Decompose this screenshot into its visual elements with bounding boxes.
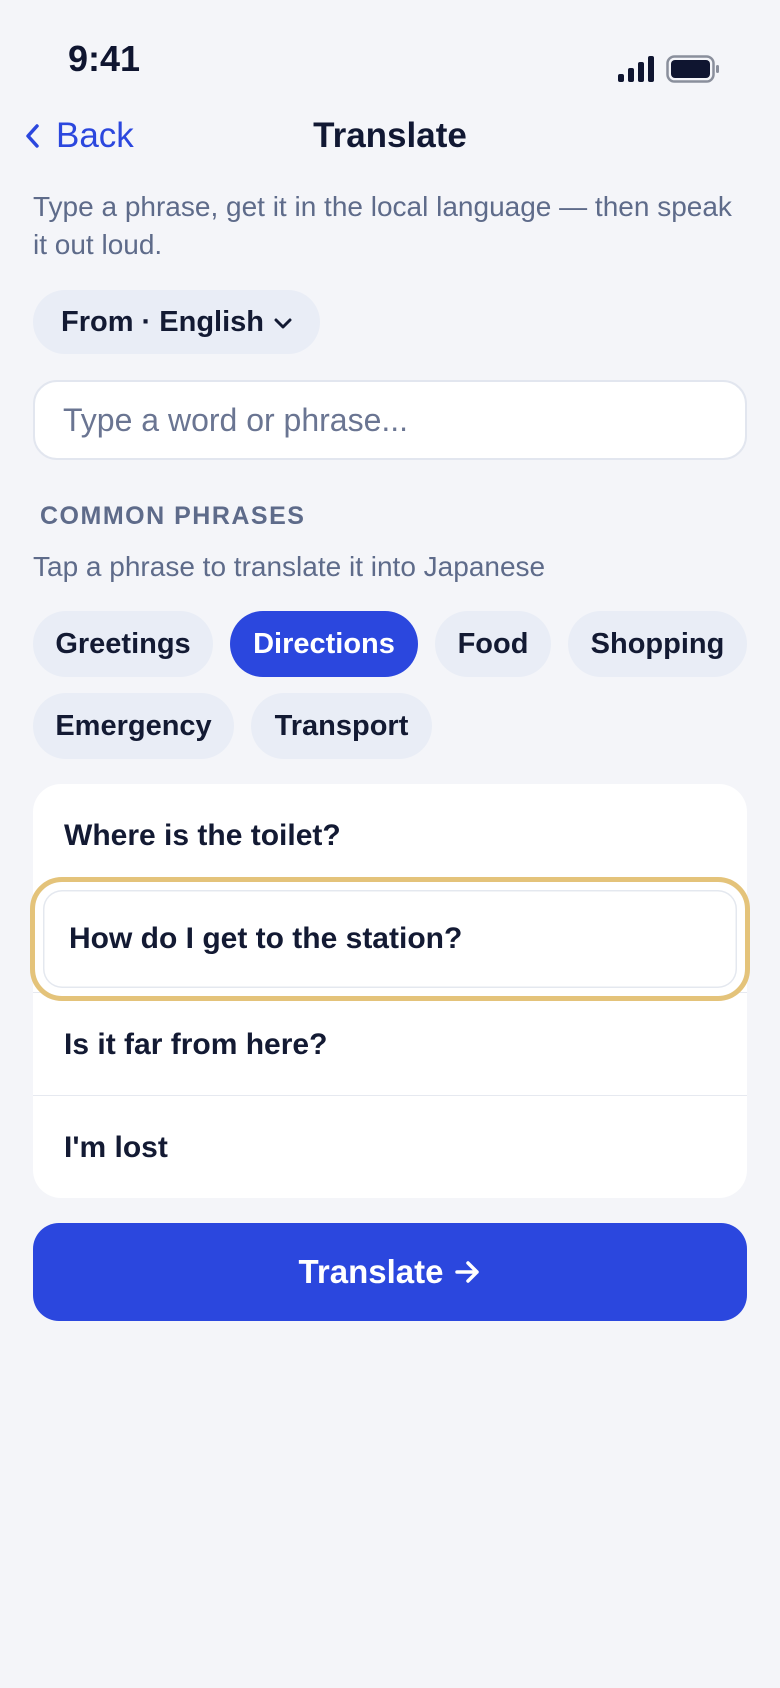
section-hint: Tap a phrase to translate it into Japane…	[33, 551, 546, 582]
category-chip-emergency[interactable]: Emergency	[33, 693, 234, 759]
from-language-label: From · English	[61, 305, 264, 338]
category-chip-greetings[interactable]: Greetings	[33, 611, 213, 677]
chip-label: Shopping	[590, 627, 725, 660]
battery-icon	[666, 55, 719, 83]
phrase-list: Where is the toilet? Is it far from here…	[30, 784, 750, 1199]
translate-button[interactable]: Translate	[33, 1223, 747, 1321]
chip-label: Emergency	[55, 709, 212, 742]
page-subtitle: Type a phrase, get it in the local langu…	[33, 191, 732, 260]
phrase-item[interactable]: I'm lost	[33, 1095, 747, 1199]
phrase-text: Is it far from here?	[64, 1027, 328, 1061]
chip-label: Food	[457, 627, 529, 660]
phrase-item[interactable]: Where is the toilet?	[33, 784, 747, 888]
category-chip-transport[interactable]: Transport	[251, 693, 432, 759]
phrase-text: I'm lost	[64, 1130, 168, 1164]
category-chip-directions[interactable]: Directions	[230, 611, 418, 677]
category-chip-food[interactable]: Food	[435, 611, 551, 677]
cellular-signal-icon	[618, 56, 654, 82]
from-language-selector[interactable]: From · English	[33, 290, 320, 354]
chip-label: Transport	[274, 709, 409, 742]
category-chip-shopping[interactable]: Shopping	[568, 611, 747, 677]
status-bar: 9:41	[0, 0, 780, 100]
nav-header: Back Translate	[0, 110, 780, 170]
arrow-right-icon	[455, 1261, 480, 1283]
translate-button-label: Translate	[298, 1253, 444, 1290]
chip-label: Greetings	[55, 627, 191, 660]
status-time: 9:41	[68, 38, 141, 79]
section-label: COMMON PHRASES	[40, 502, 306, 530]
phrase-text: How do I get to the station?	[69, 922, 463, 955]
phrase-item[interactable]: Is it far from here?	[33, 992, 747, 1096]
phrase-input[interactable]	[33, 380, 747, 460]
chip-label: Directions	[253, 627, 395, 660]
chevron-down-icon	[274, 318, 292, 329]
phrase-text: Where is the toilet?	[64, 819, 341, 852]
page-title: Translate	[313, 116, 467, 155]
phrase-item-highlighted[interactable]: How do I get to the station?	[30, 877, 750, 1001]
